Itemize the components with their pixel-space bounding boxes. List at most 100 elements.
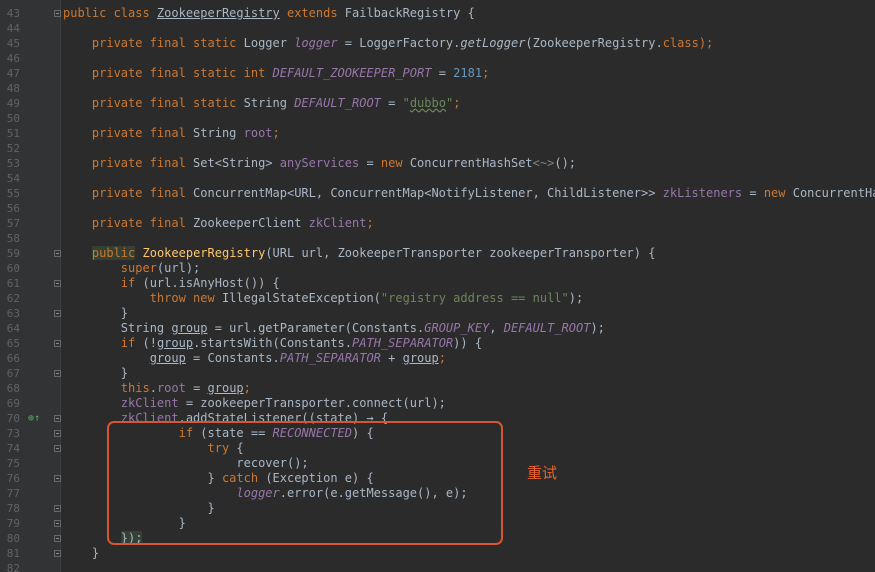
- fold-toggle-icon[interactable]: [54, 550, 61, 557]
- code-line[interactable]: 52: [0, 141, 875, 156]
- code-line[interactable]: 61 if (url.isAnyHost()) {: [0, 276, 875, 291]
- line-number: 55: [6, 187, 20, 200]
- code-line[interactable]: 49 private final static String DEFAULT_R…: [0, 96, 875, 111]
- fold-toggle-icon[interactable]: [54, 430, 61, 437]
- code-line[interactable]: 64 String group = url.getParameter(Const…: [0, 321, 875, 336]
- code-token: new: [763, 186, 793, 200]
- fold-toggle-icon[interactable]: [54, 10, 61, 17]
- fold-toggle-icon[interactable]: [54, 445, 61, 452]
- line-number: 50: [6, 112, 20, 125]
- code-line[interactable]: 63 }: [0, 306, 875, 321]
- code-token: = url.getParameter(Constants.: [207, 321, 425, 335]
- code-token: ,: [489, 321, 504, 335]
- code-token: (ZookeeperRegistry.: [525, 36, 663, 50]
- code-line[interactable]: 62 throw new IllegalStateException("regi…: [0, 291, 875, 306]
- code-line[interactable]: 43 public class ZookeeperRegistry extends…: [0, 6, 875, 21]
- code-line[interactable]: 50: [0, 111, 875, 126]
- fold-toggle-icon[interactable]: [54, 310, 61, 317]
- code-line[interactable]: 55 private final ConcurrentMap<URL, Conc…: [0, 186, 875, 201]
- code-token: ": [402, 96, 410, 110]
- code-line[interactable]: 58: [0, 231, 875, 246]
- fold-toggle-icon[interactable]: [54, 505, 61, 512]
- fold-toggle-icon[interactable]: [54, 370, 61, 377]
- fold-toggle-icon[interactable]: [54, 535, 61, 542]
- code-text: private final static int DEFAULT_ZOOKEEP…: [63, 66, 489, 81]
- line-number: 44: [6, 22, 20, 35]
- code-line[interactable]: 67 }: [0, 366, 875, 381]
- code-line[interactable]: 48: [0, 81, 875, 96]
- override-marker-icon[interactable]: ⊕↑: [28, 411, 40, 426]
- code-token: DEFAULT_ROOT: [294, 96, 381, 110]
- line-number: 74: [6, 442, 20, 455]
- code-line[interactable]: 56: [0, 201, 875, 216]
- code-line[interactable]: 82: [0, 561, 875, 572]
- code-token: .startsWith(Constants.: [193, 336, 353, 350]
- code-text: group = Constants.PATH_SEPARATOR + group…: [63, 351, 446, 366]
- code-token: (url);: [156, 261, 201, 275]
- code-token: ConcurrentHashMap: [792, 186, 875, 200]
- code-token: group: [207, 381, 244, 395]
- code-token: ;: [438, 351, 446, 365]
- code-token: private final static: [63, 96, 244, 110]
- code-token: if: [120, 336, 143, 350]
- line-number: 66: [6, 352, 20, 365]
- line-number: 63: [6, 307, 20, 320]
- fold-toggle-icon[interactable]: [54, 475, 61, 482]
- code-token: }: [63, 546, 100, 560]
- line-number: 81: [6, 547, 20, 560]
- line-number: 76: [6, 472, 20, 485]
- code-editor[interactable]: 43 public class ZookeeperRegistry extends…: [0, 0, 875, 572]
- fold-toggle-icon[interactable]: [54, 520, 61, 527]
- line-number: 58: [6, 232, 20, 245]
- code-token: FailbackRegistry {: [344, 6, 475, 20]
- code-line[interactable]: 57 private final ZookeeperClient zkClien…: [0, 216, 875, 231]
- code-text: private final Set<String> anyServices = …: [63, 156, 576, 171]
- code-token: zkClient: [120, 396, 179, 410]
- code-line[interactable]: 54: [0, 171, 875, 186]
- code-line[interactable]: 59 public ZookeeperRegistry(URL url, Zoo…: [0, 246, 875, 261]
- line-number: 57: [6, 217, 20, 230]
- line-number: 47: [6, 67, 20, 80]
- code-line[interactable]: 44: [0, 21, 875, 36]
- line-number: 46: [6, 52, 20, 65]
- code-token: Set<String>: [193, 156, 280, 170]
- code-token: = Constants.: [185, 351, 280, 365]
- code-line[interactable]: 69 zkClient = zookeeperTransporter.conne…: [0, 396, 875, 411]
- code-token: (url.isAnyHost()) {: [142, 276, 280, 290]
- code-line[interactable]: 81 }: [0, 546, 875, 561]
- line-number: 64: [6, 322, 20, 335]
- line-number: 67: [6, 367, 20, 380]
- line-number: 73: [6, 427, 20, 440]
- code-token: = zookeeperTransporter.connect(url);: [178, 396, 446, 410]
- code-token: +: [380, 351, 403, 365]
- code-token: DEFAULT_ZOOKEEPER_PORT: [272, 66, 432, 80]
- code-line[interactable]: 46: [0, 51, 875, 66]
- code-token: ();: [554, 156, 577, 170]
- line-number: 65: [6, 337, 20, 350]
- code-token: );: [590, 321, 605, 335]
- line-number: 43: [6, 7, 20, 20]
- code-text: if (url.isAnyHost()) {: [63, 276, 280, 291]
- code-line[interactable]: 45 private final static Logger logger = …: [0, 36, 875, 51]
- code-token: zkListeners: [662, 186, 743, 200]
- code-line[interactable]: 60 super(url);: [0, 261, 875, 276]
- code-token: String: [193, 126, 244, 140]
- code-line[interactable]: 51 private final String root;: [0, 126, 875, 141]
- fold-toggle-icon[interactable]: [54, 280, 61, 287]
- code-text: private final ConcurrentMap<URL, Concurr…: [63, 186, 875, 201]
- code-line[interactable]: 53 private final Set<String> anyServices…: [0, 156, 875, 171]
- code-line[interactable]: 65 if (!group.startsWith(Constants.PATH_…: [0, 336, 875, 351]
- fold-toggle-icon[interactable]: [54, 340, 61, 347]
- fold-toggle-icon[interactable]: [54, 415, 61, 422]
- line-number: 77: [6, 487, 20, 500]
- code-line[interactable]: 47 private final static int DEFAULT_ZOOK…: [0, 66, 875, 81]
- code-token: group: [402, 351, 439, 365]
- fold-toggle-icon[interactable]: [54, 250, 61, 257]
- code-line[interactable]: 66 group = Constants.PATH_SEPARATOR + gr…: [0, 351, 875, 366]
- code-token: public: [91, 246, 136, 260]
- code-line[interactable]: 68 this.root = group;: [0, 381, 875, 396]
